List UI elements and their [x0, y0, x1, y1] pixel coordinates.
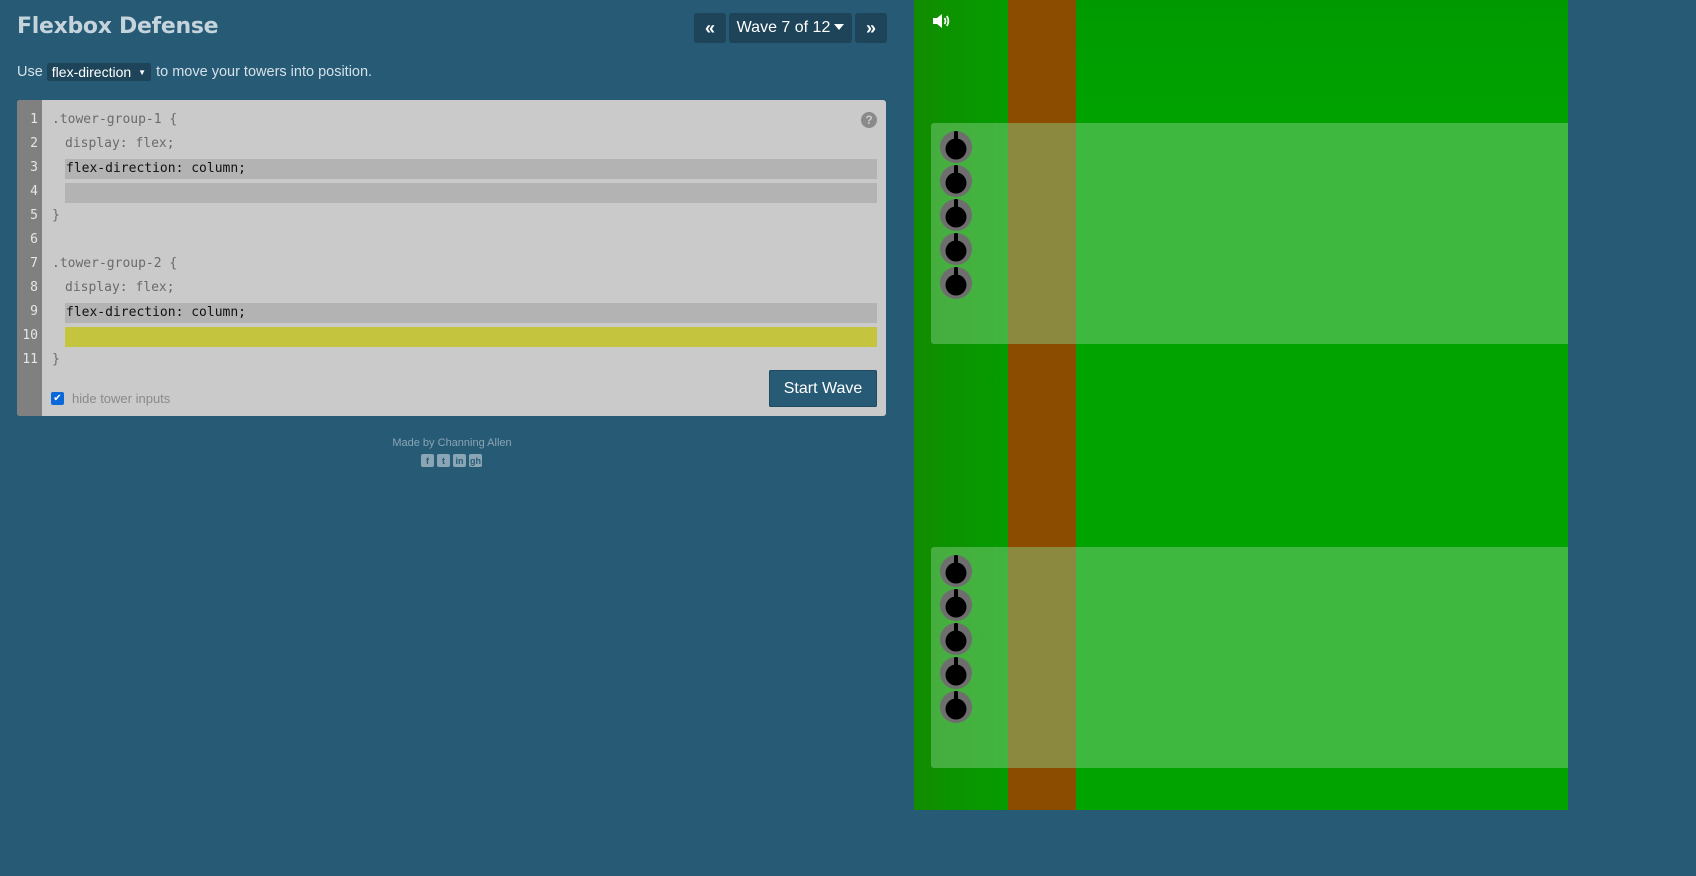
instruction-suffix: to move your towers into position. — [156, 64, 373, 80]
css-editor: 1 2 3 4 5 6 7 8 9 10 11 .tower-group-1 {… — [17, 100, 886, 416]
tower-group-1-tower — [939, 198, 973, 232]
line-number: 1 — [30, 112, 38, 127]
tower-group-2-tower — [939, 690, 973, 724]
tower-group-1-input-1[interactable]: flex-direction: column; — [65, 159, 877, 179]
hide-tower-inputs-checkbox[interactable]: ✔ — [51, 392, 64, 405]
tower-group-2-tower — [939, 554, 973, 588]
wave-navigation: « Wave 7 of 12 » — [694, 13, 887, 43]
next-wave-button[interactable]: » — [855, 13, 887, 43]
code-close-brace: } — [52, 352, 60, 367]
tower-group-2-tower — [939, 622, 973, 656]
line-number: 7 — [30, 256, 38, 271]
game-board — [914, 0, 1568, 810]
line-number: 5 — [30, 208, 38, 223]
code-selector-group-2: .tower-group-2 { — [52, 256, 178, 271]
line-number: 11 — [22, 352, 38, 367]
line-number: 9 — [30, 304, 38, 319]
social-links: f t in gh — [421, 454, 482, 467]
dropdown-triangle-icon: ▼ — [138, 67, 147, 77]
hide-tower-inputs-toggle[interactable]: ✔ hide tower inputs — [51, 391, 170, 406]
line-number-gutter: 1 2 3 4 5 6 7 8 9 10 11 — [17, 100, 42, 416]
tower-group-1-input-2[interactable] — [65, 183, 877, 203]
facebook-icon[interactable]: f — [421, 454, 434, 467]
property-dropdown-value: flex-direction — [51, 64, 132, 80]
tower-group-1-tower — [939, 266, 973, 300]
tower-group-1-tower — [939, 130, 973, 164]
help-icon[interactable]: ? — [861, 112, 877, 128]
start-wave-button[interactable]: Start Wave — [769, 370, 877, 407]
twitter-icon[interactable]: t — [437, 454, 450, 467]
github-icon[interactable]: gh — [469, 454, 482, 467]
line-number: 2 — [30, 136, 38, 151]
line-number: 10 — [22, 328, 38, 343]
code-close-brace: } — [52, 208, 60, 223]
linkedin-icon[interactable]: in — [453, 454, 466, 467]
credits-prefix: Made by — [392, 437, 435, 449]
instruction-text: Use flex-direction ▼ to move your towers… — [17, 63, 372, 81]
wave-selector-dropdown[interactable]: Wave 7 of 12 — [729, 13, 852, 43]
tower-group-2-input-1[interactable]: flex-direction: column; — [65, 303, 877, 323]
previous-wave-button[interactable]: « — [694, 13, 726, 43]
caret-down-icon — [834, 24, 845, 30]
page-title: Flexbox Defense — [17, 14, 219, 39]
line-number: 3 — [30, 160, 38, 175]
tower-group-2-tower — [939, 656, 973, 690]
credits: Made by Channing Allen — [0, 437, 904, 449]
tower-group-2-input-2[interactable] — [65, 327, 877, 347]
code-selector-group-1: .tower-group-1 { — [52, 112, 178, 127]
line-number: 4 — [30, 184, 38, 199]
volume-on-icon[interactable] — [931, 12, 951, 35]
tower-group-1-tower — [939, 232, 973, 266]
wave-selector-label: Wave 7 of 12 — [736, 19, 831, 36]
hide-tower-inputs-label: hide tower inputs — [72, 391, 171, 406]
instruction-prefix: Use — [17, 64, 43, 80]
tower-group-1-tower — [939, 164, 973, 198]
line-number: 8 — [30, 280, 38, 295]
tower-group-1-zone — [931, 123, 1568, 344]
tower-group-2-tower — [939, 588, 973, 622]
code-display-group-2: display: flex; — [65, 280, 175, 295]
tower-group-2-zone — [931, 547, 1568, 768]
author-link[interactable]: Channing Allen — [438, 437, 512, 449]
code-display-group-1: display: flex; — [65, 136, 175, 151]
control-panel: Flexbox Defense « Wave 7 of 12 » Use fle… — [0, 0, 914, 810]
line-number: 6 — [30, 232, 38, 247]
property-dropdown[interactable]: flex-direction ▼ — [46, 63, 152, 81]
grass-shade — [1076, 0, 1568, 130]
